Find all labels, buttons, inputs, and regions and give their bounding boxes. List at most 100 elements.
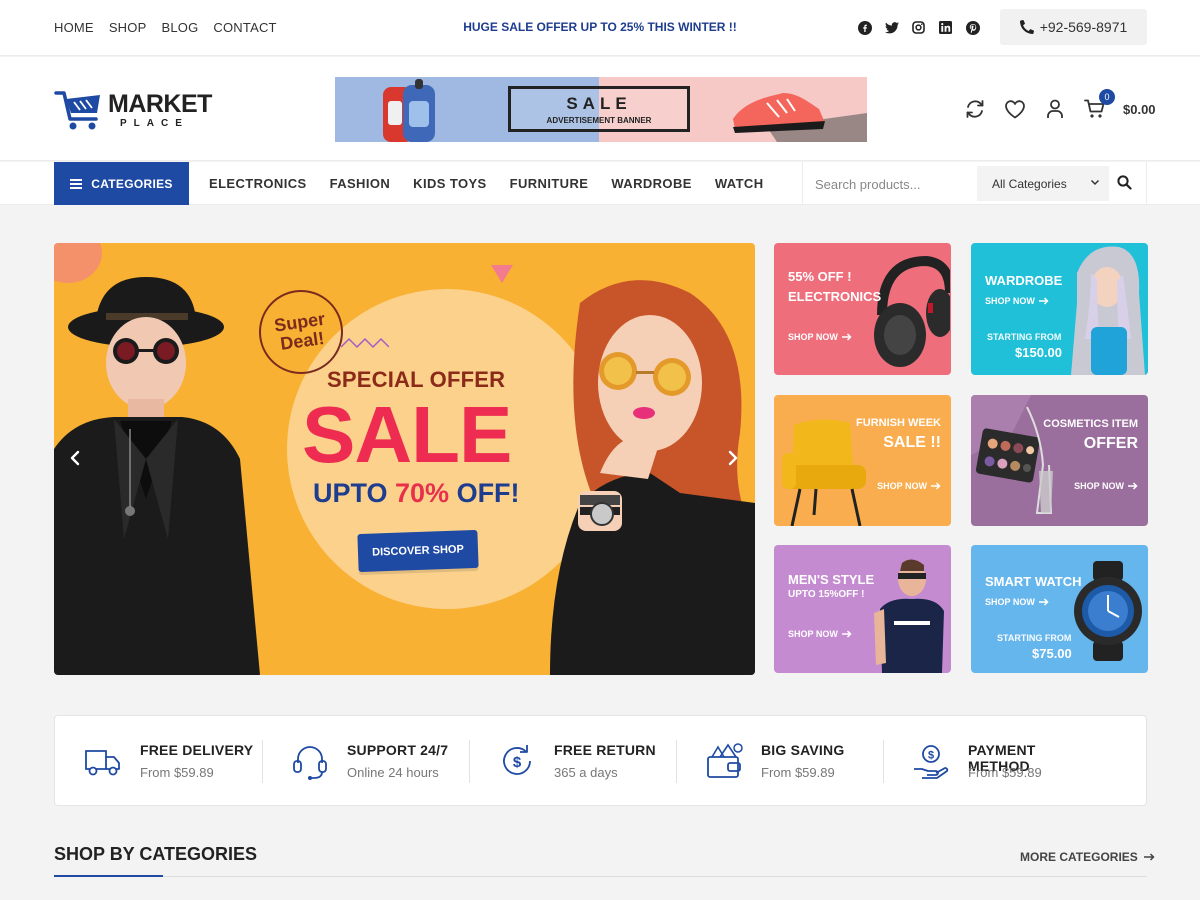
- promo-tile-mens-style[interactable]: MEN'S STYLE UPTO 15%OFF ! SHOP NOW: [774, 545, 951, 673]
- categories-label: CATEGORIES: [91, 176, 173, 191]
- cart-count-badge: 0: [1099, 89, 1115, 105]
- hero-discount-text: UPTO 70% OFF!: [313, 478, 520, 509]
- wardrobe-model-image: [1071, 246, 1145, 375]
- nav-watch[interactable]: WATCH: [715, 176, 764, 191]
- tile-wardrobe-shop-now[interactable]: SHOP NOW: [985, 296, 1049, 306]
- arrow-right-icon: [1143, 853, 1155, 861]
- tile-watch-shop-now[interactable]: SHOP NOW: [985, 597, 1049, 607]
- nav-kids-toys[interactable]: KIDS TOYS: [413, 176, 486, 191]
- promo-tile-electronics[interactable]: 55% OFF ! ELECTRONICS SHOP NOW: [774, 243, 951, 375]
- section-title: SHOP BY CATEGORIES: [54, 844, 258, 864]
- svg-text:$: $: [928, 750, 934, 762]
- shop-now-label: SHOP NOW: [1074, 481, 1124, 491]
- categories-button[interactable]: CATEGORIES: [54, 162, 189, 205]
- nav-wardrobe[interactable]: WARDROBE: [611, 176, 691, 191]
- instagram-icon[interactable]: [911, 20, 926, 35]
- tile-electronics-shop-now[interactable]: SHOP NOW: [788, 332, 852, 342]
- tile-cosmetics-line2: OFFER: [1083, 435, 1138, 452]
- search-input[interactable]: [815, 172, 965, 196]
- hero-woman-image: [550, 280, 755, 675]
- tile-furniture-shop-now[interactable]: SHOP NOW: [877, 481, 941, 491]
- feature-support: SUPPORT 24/7 Online 24 hours: [262, 716, 469, 805]
- site-logo[interactable]: MARKET PLACE: [54, 87, 212, 133]
- svg-text:$: $: [513, 754, 522, 771]
- tile-furniture-line2: SALE !!: [883, 434, 941, 451]
- slider-next-arrow-icon[interactable]: [724, 449, 742, 472]
- top-nav-home[interactable]: HOME: [54, 20, 94, 35]
- social-links: [857, 20, 980, 35]
- hero-upto-off: OFF!: [449, 478, 520, 508]
- nav-furniture[interactable]: FURNITURE: [510, 176, 589, 191]
- twitter-icon[interactable]: [884, 20, 899, 35]
- advertisement-banner[interactable]: SALE ADVERTISEMENT BANNER: [335, 77, 867, 142]
- main-nav: ELECTRONICS FASHION KIDS TOYS FURNITURE …: [209, 176, 764, 191]
- cart-total[interactable]: $0.00: [1123, 102, 1156, 117]
- pinterest-icon[interactable]: [965, 20, 980, 35]
- top-nav-contact[interactable]: CONTACT: [213, 20, 276, 35]
- feature-free-return: $ FREE RETURN 365 a days: [469, 716, 676, 805]
- shopping-cart-icon[interactable]: 0: [1083, 89, 1115, 121]
- feature-subtitle: From $59.89: [968, 765, 1042, 780]
- facebook-icon[interactable]: [857, 20, 872, 35]
- product-search: All Categories: [802, 162, 1147, 205]
- promo-tile-furniture[interactable]: FURNISH WEEK SALE !! SHOP NOW: [774, 395, 951, 526]
- return-icon: $: [503, 745, 531, 775]
- tile-wardrobe-price: $150.00: [1015, 345, 1062, 360]
- wishlist-heart-icon[interactable]: [1003, 97, 1027, 121]
- super-deal-line2: Deal!: [279, 327, 326, 354]
- promo-tile-wardrobe[interactable]: WARDROBE SHOP NOW STARTING FROM $150.00: [971, 243, 1148, 375]
- category-select[interactable]: All Categories: [977, 166, 1109, 201]
- arrow-right-icon: [1038, 598, 1049, 606]
- mens-model-image: [874, 559, 944, 673]
- nav-electronics[interactable]: ELECTRONICS: [209, 176, 307, 191]
- payment-icon: $: [914, 745, 949, 779]
- top-nav: HOME SHOP BLOG CONTACT: [54, 20, 277, 35]
- shoe-image: [733, 93, 867, 142]
- tile-wardrobe-starting-from: STARTING FROM: [987, 332, 1062, 342]
- more-categories-link[interactable]: MORE CATEGORIES: [1020, 850, 1155, 864]
- nav-fashion[interactable]: FASHION: [330, 176, 391, 191]
- feature-subtitle: From $59.89: [140, 765, 214, 780]
- section-divider: [54, 876, 1147, 877]
- headset-icon: [293, 746, 327, 780]
- feature-payment-method: $ PAYMENT METHOD From $59.89: [883, 716, 1090, 805]
- tile-wardrobe-line1: WARDROBE: [985, 273, 1063, 288]
- user-account-icon[interactable]: [1043, 97, 1067, 121]
- shop-now-label: SHOP NOW: [985, 296, 1035, 306]
- chevron-down-icon: [1090, 179, 1100, 186]
- tile-watch-price: $75.00: [1032, 646, 1072, 661]
- linkedin-icon[interactable]: [938, 20, 953, 35]
- tile-furniture-line1: FURNISH WEEK: [856, 417, 941, 429]
- feature-subtitle: From $59.89: [761, 765, 835, 780]
- shop-now-label: SHOP NOW: [985, 597, 1035, 607]
- tile-watch-line1: SMART WATCH: [985, 574, 1082, 589]
- tile-cosmetics-shop-now[interactable]: SHOP NOW: [1074, 481, 1138, 491]
- search-icon[interactable]: [1117, 175, 1132, 195]
- feature-subtitle: 365 a days: [554, 765, 618, 780]
- tile-cosmetics-line1: COSMETICS ITEM: [1043, 418, 1138, 430]
- hero-slider[interactable]: Super Deal! SPECIAL OFFER SALE UPTO 70% …: [54, 243, 755, 675]
- shop-now-label: SHOP NOW: [788, 332, 838, 342]
- feature-title: SUPPORT 24/7: [347, 742, 449, 758]
- compare-icon[interactable]: [963, 97, 987, 121]
- phone-contact[interactable]: +92-569-8971: [1000, 9, 1147, 45]
- armchair-image: [782, 419, 866, 526]
- top-nav-blog[interactable]: BLOG: [161, 20, 198, 35]
- tile-mens-shop-now[interactable]: SHOP NOW: [788, 629, 852, 639]
- feature-title: FREE DELIVERY: [140, 742, 254, 758]
- feature-subtitle: Online 24 hours: [347, 765, 439, 780]
- squiggle-decoration: [341, 337, 389, 349]
- top-nav-shop[interactable]: SHOP: [109, 20, 147, 35]
- promo-tile-cosmetics[interactable]: COSMETICS ITEM OFFER SHOP NOW: [971, 395, 1148, 526]
- slider-prev-arrow-icon[interactable]: [66, 449, 84, 472]
- promo-tile-smart-watch[interactable]: SMART WATCH SHOP NOW STARTING FROM $75.0…: [971, 545, 1148, 673]
- tile-electronics-line2: ELECTRONICS: [788, 289, 882, 304]
- feature-title: FREE RETURN: [554, 742, 656, 758]
- discover-shop-button[interactable]: DISCOVER SHOP: [357, 529, 479, 573]
- hero-man-image: [54, 277, 260, 675]
- ad-subtitle: ADVERTISEMENT BANNER: [546, 115, 652, 125]
- phone-number: +92-569-8971: [1039, 19, 1128, 35]
- menu-icon: [70, 178, 83, 189]
- wallet-icon: [707, 743, 743, 778]
- headphones-image: [874, 255, 950, 367]
